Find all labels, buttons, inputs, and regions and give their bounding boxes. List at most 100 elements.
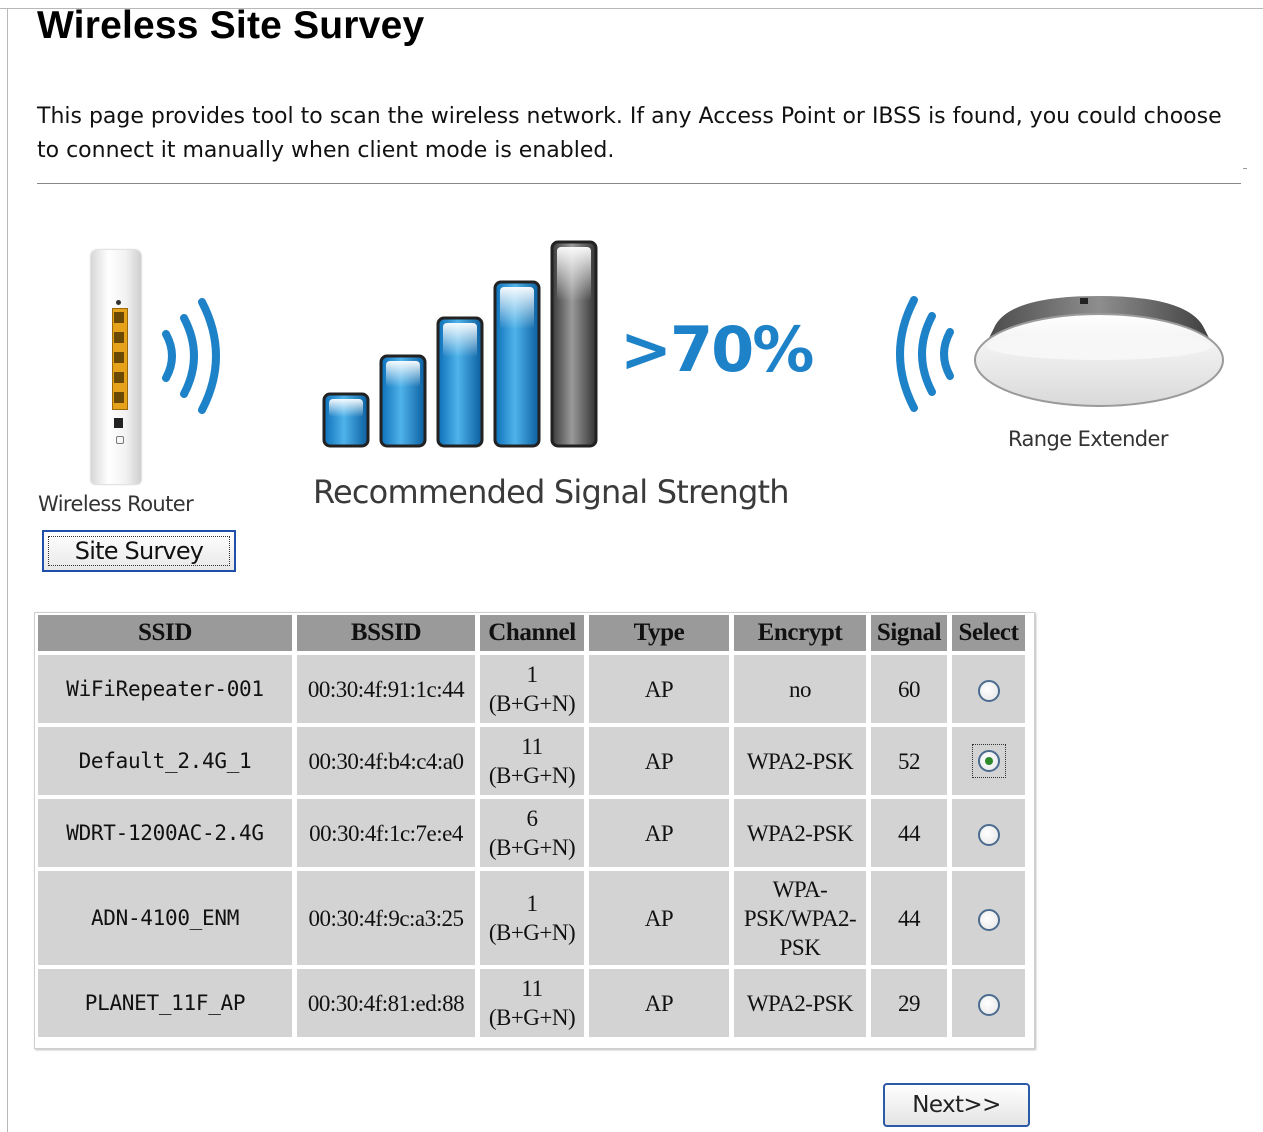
encrypt-value: WPA2-PSK bbox=[746, 748, 854, 774]
cell-signal: 44 bbox=[871, 799, 947, 867]
encrypt-value: WPA- bbox=[772, 876, 828, 902]
radio-focus-outline bbox=[971, 744, 1006, 778]
router-icon bbox=[88, 250, 148, 488]
next-button[interactable]: Next>> bbox=[883, 1083, 1030, 1127]
encrypt-value: PSK/WPA2- bbox=[743, 905, 857, 931]
cell-encrypt: WPA2-PSK bbox=[734, 969, 866, 1037]
channel-value: 1 bbox=[526, 662, 539, 687]
table-row[interactable]: WiFiRepeater-001 00:30:4f:91:1c:44 1 (B+G+N… bbox=[38, 655, 1025, 723]
cell-encrypt: WPA2-PSK bbox=[734, 799, 866, 867]
table-row[interactable]: Default_2.4G_1 00:30:4f:b4:c4:a0 11 (B+G+N)… bbox=[38, 727, 1025, 795]
cell-type: AP bbox=[589, 655, 729, 723]
band-value: (B+G+N) bbox=[488, 835, 576, 860]
survey-table-body: WiFiRepeater-001 00:30:4f:91:1c:44 1 (B+G+N… bbox=[38, 655, 1025, 1037]
header-encrypt: Encrypt bbox=[734, 615, 866, 651]
header-bssid: BSSID bbox=[297, 615, 475, 651]
cell-bssid: 00:30:4f:9c:a3:25 bbox=[297, 871, 475, 965]
cell-ssid: ADN-4100_ENM bbox=[38, 871, 292, 965]
type-value: AP bbox=[644, 748, 674, 774]
ssid-value: ADN-4100_ENM bbox=[90, 905, 240, 930]
cell-select bbox=[952, 969, 1025, 1037]
signal-bar-5 bbox=[550, 240, 598, 448]
table-row[interactable]: PLANET_11F_AP 00:30:4f:81:ed:88 11 (B+G+N) A… bbox=[38, 969, 1025, 1037]
select-radio[interactable] bbox=[977, 680, 1000, 703]
cell-channel: 1 (B+G+N) bbox=[480, 871, 584, 965]
cell-channel: 1 (B+G+N) bbox=[480, 655, 584, 723]
ssid-value: WiFiRepeater-001 bbox=[66, 676, 264, 701]
signal-value: 52 bbox=[898, 748, 921, 774]
site-survey-button-label: Site Survey bbox=[48, 536, 230, 566]
table-row[interactable]: ADN-4100_ENM 00:30:4f:9c:a3:25 1 (B+G+N) AP W… bbox=[38, 871, 1025, 965]
survey-table-container: SSID BSSID Channel Type Encrypt Signal S… bbox=[34, 612, 1035, 1049]
encrypt-value: WPA2-PSK bbox=[746, 820, 854, 846]
ssid-value: Default_2.4G_1 bbox=[78, 748, 252, 773]
header-type: Type bbox=[589, 615, 729, 651]
header-select: Select bbox=[952, 615, 1025, 651]
table-header-row: SSID BSSID Channel Type Encrypt Signal S… bbox=[38, 615, 1025, 651]
signal-bars-icon bbox=[322, 240, 598, 448]
cell-signal: 44 bbox=[871, 871, 947, 965]
signal-percent: >70% bbox=[620, 313, 814, 386]
ssid-value: WDRT-1200AC-2.4G bbox=[66, 820, 264, 845]
cell-bssid: 00:30:4f:b4:c4:a0 bbox=[297, 727, 475, 795]
type-value: AP bbox=[644, 676, 674, 702]
signal-bar-1 bbox=[322, 392, 370, 448]
header-ssid: SSID bbox=[38, 615, 292, 651]
select-radio[interactable] bbox=[977, 909, 1000, 932]
range-extender-icon bbox=[974, 296, 1224, 407]
type-value: AP bbox=[644, 820, 674, 846]
bssid-value: 00:30:4f:9c:a3:25 bbox=[308, 905, 464, 931]
select-radio[interactable] bbox=[977, 750, 1000, 772]
wifi-waves-right-icon bbox=[162, 298, 220, 414]
header-channel: Channel bbox=[480, 615, 584, 651]
encrypt-value: no bbox=[789, 676, 812, 702]
type-value: AP bbox=[644, 990, 674, 1016]
cell-encrypt: WPA- PSK/WPA2- PSK bbox=[734, 871, 866, 965]
signal-value: 29 bbox=[898, 990, 921, 1016]
extender-label: Range Extender bbox=[1008, 427, 1168, 451]
frame-left-border bbox=[7, 8, 8, 1132]
cell-ssid: WDRT-1200AC-2.4G bbox=[38, 799, 292, 867]
signal-bar-3 bbox=[436, 316, 484, 448]
page-title: Wireless Site Survey bbox=[37, 4, 425, 47]
cell-bssid: 00:30:4f:81:ed:88 bbox=[297, 969, 475, 1037]
cell-select bbox=[952, 655, 1025, 723]
cell-ssid: WiFiRepeater-001 bbox=[38, 655, 292, 723]
cell-select bbox=[952, 871, 1025, 965]
select-radio[interactable] bbox=[977, 824, 1000, 847]
bssid-value: 00:30:4f:b4:c4:a0 bbox=[308, 748, 464, 774]
cell-type: AP bbox=[589, 727, 729, 795]
cell-channel: 11 (B+G+N) bbox=[480, 969, 584, 1037]
band-value: (B+G+N) bbox=[488, 691, 576, 716]
channel-value: 11 bbox=[521, 976, 543, 1001]
channel-value: 1 bbox=[526, 891, 539, 916]
signal-value: 44 bbox=[898, 905, 921, 931]
header-signal: Signal bbox=[871, 615, 947, 651]
site-survey-button[interactable]: Site Survey bbox=[42, 530, 236, 572]
table-row[interactable]: WDRT-1200AC-2.4G 00:30:4f:1c:7e:e4 6 (B+G+N… bbox=[38, 799, 1025, 867]
wifi-waves-left-icon bbox=[896, 296, 954, 412]
header-divider bbox=[37, 183, 1241, 184]
cell-type: AP bbox=[589, 969, 729, 1037]
encrypt-value: PSK bbox=[779, 934, 821, 960]
cell-type: AP bbox=[589, 871, 729, 965]
cell-encrypt: WPA2-PSK bbox=[734, 727, 866, 795]
cell-channel: 11 (B+G+N) bbox=[480, 727, 584, 795]
bssid-value: 00:30:4f:91:1c:44 bbox=[307, 676, 465, 702]
channel-value: 11 bbox=[521, 734, 543, 759]
channel-value: 6 bbox=[526, 806, 539, 831]
survey-table: SSID BSSID Channel Type Encrypt Signal S… bbox=[33, 611, 1030, 1041]
cell-ssid: PLANET_11F_AP bbox=[38, 969, 292, 1037]
encrypt-value: WPA2-PSK bbox=[746, 990, 854, 1016]
divider-mark bbox=[1243, 168, 1247, 169]
select-radio[interactable] bbox=[977, 994, 1000, 1017]
bssid-value: 00:30:4f:1c:7e:e4 bbox=[309, 820, 463, 846]
cell-type: AP bbox=[589, 799, 729, 867]
type-value: AP bbox=[644, 905, 674, 931]
band-value: (B+G+N) bbox=[488, 1005, 576, 1030]
signal-strength-label: Recommended Signal Strength bbox=[313, 473, 790, 511]
page-description: This page provides tool to scan the wire… bbox=[37, 104, 1222, 163]
cell-ssid: Default_2.4G_1 bbox=[38, 727, 292, 795]
bssid-value: 00:30:4f:81:ed:88 bbox=[307, 990, 465, 1016]
ssid-value: PLANET_11F_AP bbox=[84, 990, 246, 1015]
